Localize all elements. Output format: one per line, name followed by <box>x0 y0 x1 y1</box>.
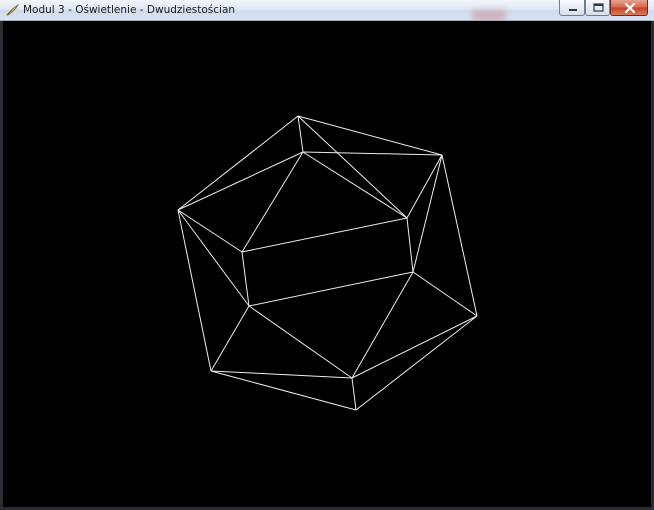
window-frame-left <box>0 21 3 510</box>
wireframe-edge <box>355 315 478 411</box>
wireframe-edge <box>297 115 408 219</box>
app-window: Modul 3 - Oświetlenie - Dwudziestościan <box>0 0 654 510</box>
wireframe-edge <box>297 115 304 153</box>
wireframe-edges <box>177 115 478 411</box>
wireframe-edge <box>441 154 478 317</box>
wireframe-edge <box>406 154 443 219</box>
wireframe-edge <box>241 217 408 253</box>
wireframe-edge <box>302 151 443 156</box>
wireframe-edge <box>241 151 304 253</box>
wireframe-edge <box>248 305 353 379</box>
wireframe-edge <box>406 217 414 273</box>
wireframe-edge <box>412 154 443 273</box>
wireframe-edge <box>302 151 408 219</box>
wireframe-edge <box>412 271 478 317</box>
wireframe-edge <box>177 209 250 307</box>
wireframe-edge <box>351 377 357 411</box>
wireframe-edge <box>351 315 478 379</box>
icosahedron-wireframe <box>177 115 478 411</box>
wireframe-edge <box>177 209 243 253</box>
wireframe-edge <box>297 115 443 156</box>
wireframe-edge <box>177 209 212 372</box>
wireframe-edge <box>248 271 414 307</box>
wireframe-edge <box>210 305 250 372</box>
wireframe-edge <box>351 271 414 379</box>
